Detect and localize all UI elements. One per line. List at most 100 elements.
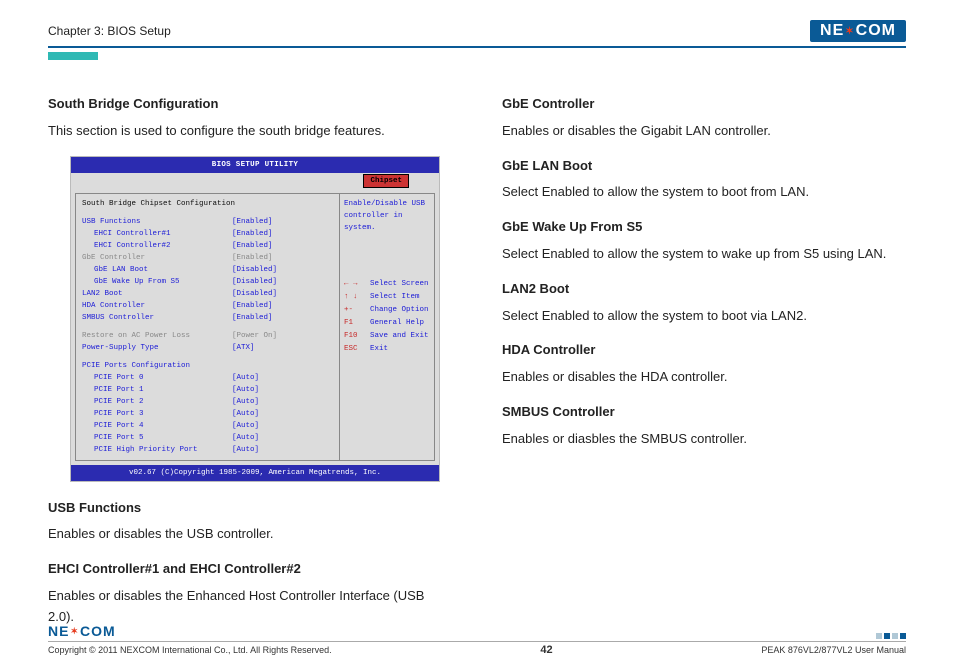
bios-key-key: ← → bbox=[344, 278, 370, 290]
bios-key-desc: Select Screen bbox=[370, 278, 429, 290]
bios-key-desc: Select Item bbox=[370, 291, 420, 303]
heading-gbe-lan-boot: GbE LAN Boot bbox=[502, 156, 906, 177]
bios-row: LAN2 Boot[Disabled] bbox=[82, 288, 333, 300]
bios-row-label: Power-Supply Type bbox=[82, 342, 232, 354]
bios-tab-chipset: Chipset bbox=[363, 174, 409, 188]
footer-manual-name: PEAK 876VL2/877VL2 User Manual bbox=[761, 645, 906, 655]
bios-row: PCIE Port 5[Auto] bbox=[82, 432, 333, 444]
bios-row: EHCI Controller#1[Enabled] bbox=[82, 228, 333, 240]
bios-row-label: HDA Controller bbox=[82, 300, 232, 312]
bios-row-value: [Enabled] bbox=[232, 240, 302, 252]
bios-help-text: Enable/Disable USB controller in system. bbox=[344, 198, 430, 278]
bios-row-label: PCIE Port 1 bbox=[82, 384, 232, 396]
bios-key-row: ↑ ↓Select Item bbox=[344, 291, 430, 303]
bios-key-row: F10Save and Exit bbox=[344, 330, 430, 342]
desc-lan2-boot: Select Enabled to allow the system to bo… bbox=[502, 306, 906, 327]
bios-row: USB Functions[Enabled] bbox=[82, 216, 333, 228]
bios-row-label: GbE Controller bbox=[82, 252, 232, 264]
accent-bar bbox=[48, 52, 98, 60]
bios-row-label: PCIE High Priority Port bbox=[82, 444, 232, 456]
bios-row-value: [Enabled] bbox=[232, 300, 302, 312]
bios-tab-row: Chipset bbox=[71, 173, 439, 189]
bios-key-desc: Change Option bbox=[370, 304, 429, 316]
bios-row-value: [ATX] bbox=[232, 342, 302, 354]
bios-key-key: +- bbox=[344, 304, 370, 316]
bios-pcie-header: PCIE Ports Configuration bbox=[82, 360, 333, 372]
bios-row: SMBUS Controller[Enabled] bbox=[82, 312, 333, 324]
bios-row: EHCI Controller#2[Enabled] bbox=[82, 240, 333, 252]
bios-row: Power-Supply Type[ATX] bbox=[82, 342, 333, 354]
bios-row-label: PCIE Port 0 bbox=[82, 372, 232, 384]
bios-key-desc: General Help bbox=[370, 317, 424, 329]
heading-south-bridge: South Bridge Configuration bbox=[48, 94, 452, 115]
bios-row-value: [Disabled] bbox=[232, 264, 302, 276]
brand-post: COM bbox=[856, 22, 896, 40]
desc-usb-functions: Enables or disables the USB controller. bbox=[48, 524, 452, 545]
bios-row: PCIE Port 0[Auto] bbox=[82, 372, 333, 384]
heading-smbus-controller: SMBUS Controller bbox=[502, 402, 906, 423]
bios-key-desc: Exit bbox=[370, 343, 388, 355]
bios-row-value: [Auto] bbox=[232, 432, 302, 444]
bios-row: GbE LAN Boot[Disabled] bbox=[82, 264, 333, 276]
bios-row: GbE Controller[Enabled] bbox=[82, 252, 333, 264]
bios-body: South Bridge Chipset Configuration USB F… bbox=[71, 189, 439, 465]
bios-footer: v02.67 (C)Copyright 1985-2009, American … bbox=[71, 465, 439, 481]
bios-row-value: [Power On] bbox=[232, 330, 302, 342]
bios-key-row: ESCExit bbox=[344, 343, 430, 355]
bios-row-value: [Auto] bbox=[232, 396, 302, 408]
footer-pixels-icon bbox=[876, 633, 906, 639]
bios-row-value: [Auto] bbox=[232, 384, 302, 396]
bios-row: GbE Wake Up From S5[Disabled] bbox=[82, 276, 333, 288]
bios-screenshot: BIOS SETUP UTILITY Chipset South Bridge … bbox=[70, 156, 440, 482]
brand-pre: NE bbox=[820, 22, 844, 40]
bios-row: PCIE Port 3[Auto] bbox=[82, 408, 333, 420]
bios-row-label: Restore on AC Power Loss bbox=[82, 330, 232, 342]
heading-lan2-boot: LAN2 Boot bbox=[502, 279, 906, 300]
bios-key-row: +-Change Option bbox=[344, 304, 430, 316]
bios-row-label: PCIE Port 5 bbox=[82, 432, 232, 444]
bios-section: South Bridge Chipset Configuration bbox=[82, 198, 333, 210]
bios-row: PCIE Port 4[Auto] bbox=[82, 420, 333, 432]
bios-key-key: F1 bbox=[344, 317, 370, 329]
bios-row-value: [Enabled] bbox=[232, 216, 302, 228]
content-columns: South Bridge Configuration This section … bbox=[48, 88, 906, 642]
footer-brand-dot-icon: ✶ bbox=[70, 626, 79, 637]
bios-row-label: USB Functions bbox=[82, 216, 232, 228]
bios-row-label: SMBUS Controller bbox=[82, 312, 232, 324]
left-column: South Bridge Configuration This section … bbox=[48, 88, 452, 642]
bios-key-key: ↑ ↓ bbox=[344, 291, 370, 303]
bios-key-key: F10 bbox=[344, 330, 370, 342]
bios-right-panel: Enable/Disable USB controller in system.… bbox=[340, 193, 435, 461]
desc-hda-controller: Enables or disables the HDA controller. bbox=[502, 367, 906, 388]
desc-gbe-lan-boot: Select Enabled to allow the system to bo… bbox=[502, 182, 906, 203]
right-column: GbE Controller Enables or disables the G… bbox=[502, 88, 906, 642]
chapter-label: Chapter 3: BIOS Setup bbox=[48, 24, 171, 38]
bios-row-label: PCIE Port 3 bbox=[82, 408, 232, 420]
bios-row-value: [Enabled] bbox=[232, 228, 302, 240]
heading-hda-controller: HDA Controller bbox=[502, 340, 906, 361]
brand-dot-icon: ✶ bbox=[845, 26, 854, 37]
bios-row-label: PCIE Port 2 bbox=[82, 396, 232, 408]
bios-key-row: ← →Select Screen bbox=[344, 278, 430, 290]
bios-row-value: [Auto] bbox=[232, 372, 302, 384]
bios-row-value: [Auto] bbox=[232, 408, 302, 420]
bios-left-panel: South Bridge Chipset Configuration USB F… bbox=[75, 193, 340, 461]
heading-gbe-wake: GbE Wake Up From S5 bbox=[502, 217, 906, 238]
footer-copyright: Copyright © 2011 NEXCOM International Co… bbox=[48, 645, 332, 655]
bios-row-value: [Disabled] bbox=[232, 276, 302, 288]
bios-key-legend: ← →Select Screen↑ ↓Select Item+-Change O… bbox=[344, 278, 430, 355]
bios-row-value: [Auto] bbox=[232, 420, 302, 432]
bios-row: PCIE Port 1[Auto] bbox=[82, 384, 333, 396]
desc-smbus-controller: Enables or diasbles the SMBUS controller… bbox=[502, 429, 906, 450]
bios-row-label: PCIE Port 4 bbox=[82, 420, 232, 432]
footer-brand-post: COM bbox=[80, 623, 116, 639]
footer-page-number: 42 bbox=[540, 644, 552, 656]
bios-title: BIOS SETUP UTILITY bbox=[71, 157, 439, 173]
bios-row-label: EHCI Controller#2 bbox=[82, 240, 232, 252]
bios-key-key: ESC bbox=[344, 343, 370, 355]
bios-row: PCIE High Priority Port[Auto] bbox=[82, 444, 333, 456]
heading-usb-functions: USB Functions bbox=[48, 498, 452, 519]
desc-ehci: Enables or disables the Enhanced Host Co… bbox=[48, 586, 452, 628]
bios-row-value: [Enabled] bbox=[232, 312, 302, 324]
heading-ehci: EHCI Controller#1 and EHCI Controller#2 bbox=[48, 559, 452, 580]
